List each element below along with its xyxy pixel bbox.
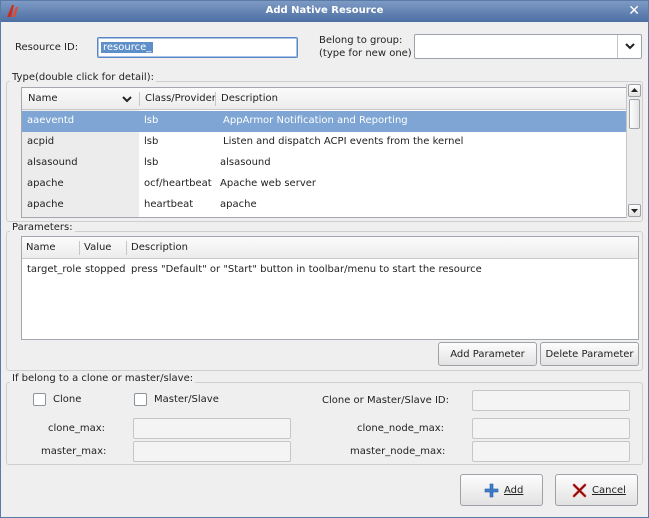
table-row[interactable]: apache heartbeat apache bbox=[22, 195, 628, 216]
column-separator bbox=[139, 92, 140, 106]
clone-section-label: If belong to a clone or master/slave: bbox=[10, 373, 196, 384]
cell-provider: lsb bbox=[144, 136, 159, 147]
scroll-up-button[interactable] bbox=[628, 84, 641, 97]
chevron-down-icon bbox=[625, 43, 635, 50]
master-node-max-label: master_node_max: bbox=[350, 446, 446, 457]
column-header-description[interactable]: Description bbox=[221, 93, 278, 104]
column-header-name[interactable]: Name bbox=[26, 242, 56, 253]
parameters-label: Parameters: bbox=[10, 222, 75, 233]
scroll-down-button[interactable] bbox=[628, 204, 641, 217]
cell-description: Apache web server bbox=[220, 178, 316, 189]
column-separator bbox=[79, 241, 80, 255]
cell-name: target_role bbox=[27, 264, 82, 275]
cell-name: acpid bbox=[27, 136, 55, 147]
cell-description: alsasound bbox=[220, 157, 271, 168]
master-max-label: master_max: bbox=[41, 446, 107, 457]
table-row[interactable]: apache ocf/heartbeat Apache web server bbox=[22, 174, 628, 195]
clone-checkbox[interactable] bbox=[33, 393, 46, 406]
arrow-up-icon bbox=[631, 88, 638, 92]
add-button-label: Add bbox=[504, 485, 524, 496]
cell-provider: lsb bbox=[144, 157, 159, 168]
clone-node-max-input[interactable] bbox=[472, 418, 630, 439]
cancel-x-icon bbox=[572, 483, 587, 498]
title-bar[interactable]: Add Native Resource ✕ bbox=[1, 1, 648, 22]
cell-description: apache bbox=[220, 199, 257, 210]
close-icon[interactable]: ✕ bbox=[628, 3, 640, 19]
add-button[interactable]: Add bbox=[460, 474, 543, 506]
table-row[interactable]: alsasound lsb alsasound bbox=[22, 153, 628, 174]
cell-name: alsasound bbox=[27, 157, 78, 168]
cancel-button-label: Cancel bbox=[592, 485, 626, 496]
master-max-input[interactable] bbox=[133, 441, 291, 462]
type-table-scrollbar[interactable] bbox=[626, 84, 642, 218]
cell-provider: lsb bbox=[144, 115, 159, 126]
clone-max-input[interactable] bbox=[133, 418, 291, 439]
cell-name: apache bbox=[27, 178, 64, 189]
cell-value: stopped bbox=[85, 264, 126, 275]
window-title: Add Native Resource bbox=[265, 5, 384, 16]
group-label-line1: Belong to group: bbox=[319, 35, 403, 46]
column-separator bbox=[215, 92, 216, 106]
resource-id-label: Resource ID: bbox=[15, 42, 79, 53]
clone-max-label: clone_max: bbox=[48, 423, 106, 434]
table-row[interactable]: target_role stopped press "Default" or "… bbox=[22, 260, 638, 281]
cell-name: apache bbox=[27, 199, 64, 210]
table-row[interactable]: aaeventd lsb AppArmor Notification and R… bbox=[22, 111, 628, 132]
cell-name: aaeventd bbox=[27, 115, 75, 126]
cell-provider: ocf/heartbeat bbox=[144, 178, 212, 189]
cancel-button[interactable]: Cancel bbox=[555, 474, 638, 506]
resource-id-value: resource_ bbox=[101, 42, 154, 53]
cell-description: press "Default" or "Start" button in too… bbox=[131, 264, 482, 275]
cell-provider: heartbeat bbox=[144, 199, 194, 210]
group-dropdown-button[interactable] bbox=[617, 35, 641, 58]
add-parameter-button[interactable]: Add Parameter bbox=[438, 342, 537, 366]
master-node-max-input[interactable] bbox=[472, 441, 630, 462]
group-combobox[interactable] bbox=[414, 34, 642, 59]
clone-node-max-label: clone_node_max: bbox=[357, 423, 444, 434]
column-header-value[interactable]: Value bbox=[84, 242, 111, 253]
type-table-header: Name Class/Provider Description bbox=[22, 88, 628, 110]
column-header-provider[interactable]: Class/Provider bbox=[145, 93, 216, 104]
type-section-label: Type(double click for detail): bbox=[10, 72, 156, 83]
master-slave-checkbox[interactable] bbox=[134, 393, 147, 406]
column-header-description[interactable]: Description bbox=[131, 242, 188, 253]
arrow-down-icon bbox=[631, 209, 638, 213]
column-header-name[interactable]: Name bbox=[28, 93, 58, 104]
plus-icon bbox=[484, 483, 499, 498]
add-native-resource-dialog: Add Native Resource ✕ Resource ID: resou… bbox=[0, 0, 649, 518]
clone-id-label: Clone or Master/Slave ID: bbox=[322, 395, 449, 406]
parameters-table: Name Value Description target_role stopp… bbox=[21, 236, 639, 340]
group-label-line2: (type for new one) bbox=[319, 48, 412, 59]
parameters-table-header: Name Value Description bbox=[22, 237, 638, 259]
delete-parameter-button[interactable]: Delete Parameter bbox=[540, 342, 639, 366]
cell-description: AppArmor Notification and Reporting bbox=[223, 115, 408, 126]
cell-description: Listen and dispatch ACPI events from the… bbox=[223, 136, 464, 147]
sort-chevron-icon[interactable] bbox=[122, 96, 132, 103]
table-row[interactable]: acpid lsb Listen and dispatch ACPI event… bbox=[22, 132, 628, 153]
column-separator bbox=[126, 241, 127, 255]
scroll-thumb[interactable] bbox=[629, 99, 640, 129]
type-table: Name Class/Provider Description aaeventd… bbox=[21, 87, 629, 218]
clone-label: Clone bbox=[53, 394, 82, 405]
resource-id-input[interactable]: resource_ bbox=[97, 37, 298, 58]
clone-id-input[interactable] bbox=[472, 390, 630, 411]
master-slave-label: Master/Slave bbox=[154, 394, 219, 405]
